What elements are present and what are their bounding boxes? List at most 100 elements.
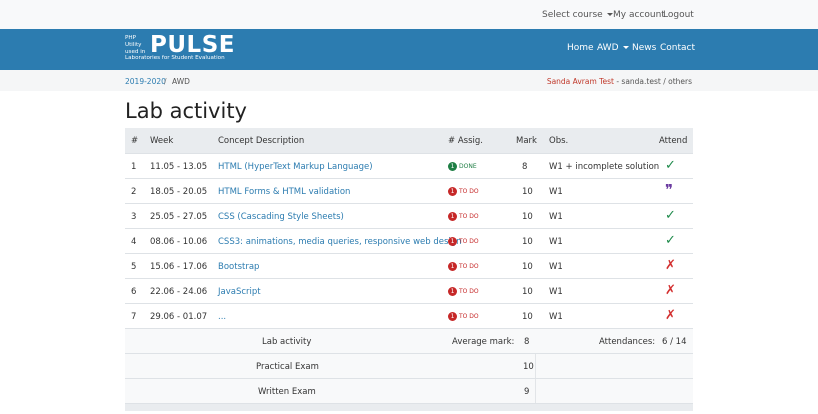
row-concept-link[interactable]: CSS3: animations, media queries, respons… [218,237,462,247]
row-number: 1 [131,162,137,172]
assignment-status-text: TO DO [459,238,479,245]
col-mark-header: Mark [516,136,537,146]
lab-activity-table: # Week Concept Description # Assig. Mark… [125,128,693,411]
breadcrumb-year[interactable]: 2019-2020 [125,77,166,86]
row-mark: 10 [522,237,533,247]
row-week: 25.05 - 27.05 [150,212,208,222]
summary-row-practical: Practical Exam 10 [125,353,693,378]
caret-down-icon [622,46,629,49]
row-number: 5 [131,262,137,272]
user-details: - sanda.test / others [613,77,692,86]
table-row: 4 08.06 - 10.06 CSS3: animations, media qu… [125,228,693,253]
row-number: 6 [131,287,137,297]
row-number: 7 [131,312,137,322]
assignment-status[interactable]: 1 TO DO [448,187,479,196]
check-icon: ✓ [665,208,676,223]
nav-awd-dropdown[interactable]: AWD [597,43,629,53]
summary-footer [125,403,693,411]
logout-link[interactable]: Logout [663,10,694,20]
table-row: 2 18.05 - 20.05 HTML Forms & HTML validati… [125,178,693,203]
row-concept-link[interactable]: ... [218,312,226,322]
assignment-status[interactable]: 1 TO DO [448,212,479,221]
assignment-status-text: TO DO [459,263,479,270]
summary-section: Lab activity Average mark: 8 Attendances… [125,328,693,411]
assignment-count-badge: 1 [448,262,457,271]
assignment-count-badge: 1 [448,287,457,296]
main-navbar: PHP Utility used in PULSE Laboratories f… [0,29,818,70]
table-row: 5 15.06 - 17.06 Bootstrap 1 TO DO 10 W1 ✗ [125,253,693,278]
table-row: 6 22.06 - 24.06 JavaScript 1 TO DO 10 W1 ✗ [125,278,693,303]
assignment-status-text: TO DO [459,313,479,320]
check-icon: ✓ [665,233,676,248]
row-observation: W1 [549,187,563,197]
attendances-label: Attendances: [599,337,656,347]
assignment-count-badge: 1 [448,237,457,246]
assignment-count-badge: 1 [448,312,457,321]
my-account-link[interactable]: My account [613,10,665,20]
table-row: 1 11.05 - 13.05 HTML (HyperText Markup Lan… [125,153,693,178]
assignment-count-badge: 1 [448,162,457,171]
row-concept-link[interactable]: Bootstrap [218,262,259,272]
row-mark: 10 [522,262,533,272]
assignment-status[interactable]: 1 TO DO [448,237,479,246]
written-exam-value: 9 [524,387,530,397]
quote-icon: ❞ [665,181,674,199]
row-mark: 10 [522,212,533,222]
assignment-status[interactable]: 1 TO DO [448,262,479,271]
table-row: 3 25.05 - 27.05 CSS (Cascading Style Sheet… [125,203,693,228]
assignment-status[interactable]: 1 DONE [448,162,477,171]
user-name[interactable]: Sanda Avram Test [547,77,614,86]
logo-subtitle: Laboratories for Student Evaluation [125,55,225,61]
top-utility-bar: Select course My account Logout [0,0,818,29]
row-concept-link[interactable]: JavaScript [218,287,261,297]
cross-icon: ✗ [665,283,676,298]
row-week: 08.06 - 10.06 [150,237,208,247]
nav-news[interactable]: News [632,43,656,53]
column-divider [535,354,536,378]
user-info: Sanda Avram Test - sanda.test / others [547,77,692,86]
row-week: 11.05 - 13.05 [150,162,208,172]
row-number: 2 [131,187,137,197]
row-mark: 10 [522,312,533,322]
attendances-value: 6 / 14 [662,337,687,347]
row-observation: W1 [549,287,563,297]
pulse-logo[interactable]: PHP Utility used in PULSE Laboratories f… [125,32,235,65]
row-week: 15.06 - 17.06 [150,262,208,272]
col-week-header: Week [150,136,174,146]
row-week: 29.06 - 01.07 [150,312,208,322]
written-exam-label: Written Exam [258,387,316,397]
row-mark: 10 [522,287,533,297]
breadcrumb-separator: / [164,77,167,86]
cross-icon: ✗ [665,258,676,273]
assignment-status[interactable]: 1 TO DO [448,287,479,296]
row-week: 18.05 - 20.05 [150,187,208,197]
nav-home[interactable]: Home [567,43,594,53]
practical-exam-label: Practical Exam [256,362,319,372]
row-concept-link[interactable]: HTML (HyperText Markup Language) [218,162,373,172]
assignment-status-text: TO DO [459,213,479,220]
nav-contact[interactable]: Contact [660,43,695,53]
table-body: 1 11.05 - 13.05 HTML (HyperText Markup Lan… [125,153,693,328]
breadcrumb-course: AWD [172,77,190,86]
summary-lab-label: Lab activity [262,337,312,347]
col-concept-header: Concept Description [218,136,305,146]
select-course-dropdown[interactable]: Select course [542,10,613,20]
col-assig-header: # Assig. [448,136,483,146]
assignment-status-text: TO DO [459,288,479,295]
row-mark: 8 [522,162,528,172]
summary-row-written: Written Exam 9 [125,378,693,403]
average-mark-label: Average mark: [452,337,515,347]
row-observation: W1 [549,237,563,247]
row-week: 22.06 - 24.06 [150,287,208,297]
summary-row-lab: Lab activity Average mark: 8 Attendances… [125,328,693,353]
row-observation: W1 + incomplete solution [549,162,660,172]
row-number: 4 [131,237,137,247]
assignment-status[interactable]: 1 TO DO [448,312,479,321]
practical-exam-value: 10 [523,362,534,372]
table-row: 7 29.06 - 01.07... 1 TO DO 10 W1 ✗ [125,303,693,328]
col-attend-header: Attend [659,136,688,146]
row-observation: W1 [549,262,563,272]
cross-icon: ✗ [665,308,676,323]
row-concept-link[interactable]: HTML Forms & HTML validation [218,187,350,197]
row-concept-link[interactable]: CSS (Cascading Style Sheets) [218,212,344,222]
